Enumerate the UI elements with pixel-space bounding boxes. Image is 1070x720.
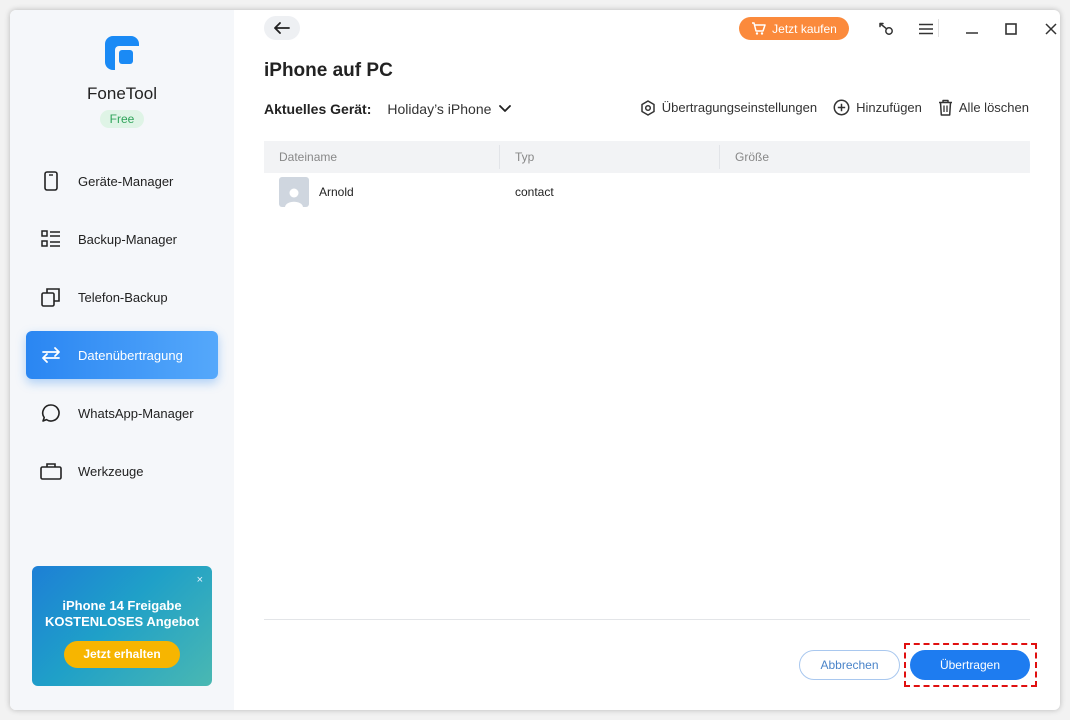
settings-icon bbox=[640, 99, 656, 116]
trash-icon bbox=[938, 99, 953, 116]
back-button[interactable] bbox=[264, 16, 300, 40]
transfer-arrows-icon bbox=[40, 344, 62, 366]
sidebar-item-geraete-manager[interactable]: Geräte-Manager bbox=[26, 157, 218, 205]
main-panel: Jetzt kaufen iPhone auf PC Aktuelles Ger… bbox=[234, 10, 1060, 710]
sidebar-item-label: Backup-Manager bbox=[78, 231, 177, 247]
maximize-icon[interactable] bbox=[1000, 18, 1022, 40]
table-header: Dateiname Typ Größe bbox=[264, 141, 1030, 173]
sidebar-item-werkzeuge[interactable]: Werkzeuge bbox=[26, 447, 218, 495]
promo-close-icon[interactable]: × bbox=[197, 574, 203, 586]
sidebar-item-whatsapp-manager[interactable]: WhatsApp-Manager bbox=[26, 389, 218, 437]
promo-headline: iPhone 14 Freigabe bbox=[62, 598, 182, 613]
plus-circle-icon bbox=[833, 99, 850, 116]
column-header-size[interactable]: Größe bbox=[720, 145, 1030, 169]
sidebar-item-datenuebertragung[interactable]: Datenübertragung bbox=[26, 331, 218, 379]
file-table: Dateiname Typ Größe Arnold contact bbox=[264, 141, 1030, 210]
buy-label: Jetzt kaufen bbox=[772, 21, 837, 36]
cart-icon bbox=[751, 22, 766, 35]
minimize-icon[interactable] bbox=[961, 18, 983, 40]
promo-cta-button[interactable]: Jetzt erhalten bbox=[64, 641, 180, 668]
device-label: Aktuelles Gerät: bbox=[264, 101, 372, 117]
sidebar-item-label: WhatsApp-Manager bbox=[78, 405, 194, 421]
action-bar: Übertragungseinstellungen Hinzufügen All… bbox=[624, 99, 1029, 116]
footer-divider bbox=[264, 619, 1030, 620]
add-button[interactable]: Hinzufügen bbox=[833, 99, 922, 116]
buy-button[interactable]: Jetzt kaufen bbox=[739, 17, 849, 40]
device-select[interactable]: Holiday’s iPhone bbox=[387, 101, 512, 117]
transfer-settings-label: Übertragungseinstellungen bbox=[661, 100, 818, 115]
chevron-down-icon bbox=[499, 105, 512, 113]
clear-all-label: Alle löschen bbox=[958, 100, 1029, 115]
column-header-filename[interactable]: Dateiname bbox=[264, 145, 500, 169]
device-selected-value: Holiday’s iPhone bbox=[387, 101, 492, 117]
contact-name: Arnold bbox=[319, 184, 354, 199]
logo-block: FoneTool Free bbox=[10, 34, 234, 128]
cell-filename: Arnold bbox=[264, 173, 500, 210]
promo-subheadline: KOSTENLOSES Angebot bbox=[44, 614, 200, 629]
sidebar-item-label: Werkzeuge bbox=[78, 463, 144, 479]
page-title: iPhone auf PC bbox=[264, 60, 393, 81]
sidebar-item-label: Datenübertragung bbox=[78, 347, 183, 363]
cell-type: contact bbox=[515, 184, 554, 199]
sidebar-item-label: Telefon-Backup bbox=[78, 289, 168, 305]
list-icon bbox=[40, 228, 62, 250]
toolbar-divider bbox=[938, 19, 939, 37]
sidebar-item-backup-manager[interactable]: Backup-Manager bbox=[26, 215, 218, 263]
table-row[interactable]: Arnold contact bbox=[264, 173, 1030, 210]
key-icon[interactable] bbox=[875, 18, 897, 40]
transfer-settings-button[interactable]: Übertragungseinstellungen bbox=[640, 99, 818, 116]
add-label: Hinzufügen bbox=[856, 100, 922, 115]
toolbox-icon bbox=[40, 460, 62, 482]
copy-icon bbox=[40, 286, 62, 308]
cell-size bbox=[720, 173, 1030, 210]
app-name: FoneTool bbox=[87, 84, 157, 103]
column-header-type[interactable]: Typ bbox=[500, 145, 720, 169]
sidebar-item-telefon-backup[interactable]: Telefon-Backup bbox=[26, 273, 218, 321]
clear-all-button[interactable]: Alle löschen bbox=[938, 99, 1029, 116]
chat-bubble-icon bbox=[40, 402, 62, 424]
sidebar-nav: Geräte-Manager Backup-Manager Telefon-Ba… bbox=[26, 157, 218, 505]
fonetool-logo-icon bbox=[103, 34, 141, 74]
app-window: FoneTool Free Geräte-Manager Backup-Mana… bbox=[10, 10, 1060, 710]
plan-badge: Free bbox=[99, 110, 145, 128]
arrow-left-icon bbox=[274, 22, 290, 34]
contact-avatar-icon bbox=[279, 176, 309, 207]
phone-icon bbox=[40, 170, 62, 192]
promo-banner[interactable]: × iPhone 14 Freigabe KOSTENLOSES Angebot… bbox=[32, 566, 212, 686]
sidebar-item-label: Geräte-Manager bbox=[78, 173, 174, 189]
cancel-button[interactable]: Abbrechen bbox=[799, 650, 900, 680]
close-icon[interactable] bbox=[1040, 18, 1060, 40]
transfer-button[interactable]: Übertragen bbox=[910, 650, 1030, 680]
sidebar: FoneTool Free Geräte-Manager Backup-Mana… bbox=[10, 10, 234, 710]
menu-icon[interactable] bbox=[915, 18, 937, 40]
device-row: Aktuelles Gerät: Holiday’s iPhone bbox=[264, 101, 512, 117]
